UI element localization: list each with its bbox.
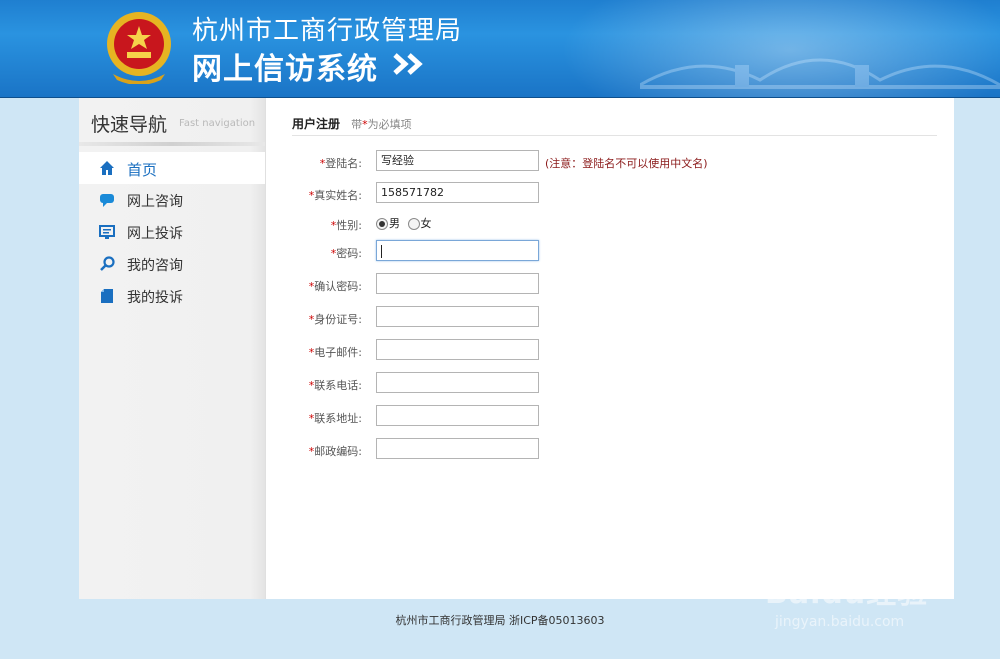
sidebar-divider <box>79 142 265 146</box>
gender-option-male[interactable]: 男 <box>376 215 400 231</box>
text-caret <box>381 244 382 258</box>
watermark-brand: Baidu经验 <box>765 576 929 611</box>
radio-label-male: 男 <box>389 217 400 230</box>
main-panel: 快速导航 Fast navigation 首页 网上咨询 网上投诉 我的咨询 我… <box>79 98 954 599</box>
bridge-decoration-icon <box>640 58 1000 89</box>
form-title: 用户注册 <box>292 117 341 131</box>
field-label: *密码: <box>331 245 362 261</box>
field-label: *联系地址: <box>309 410 362 426</box>
form-row-confirm-password: *确认密码: <box>79 273 954 297</box>
watermark-url: jingyan.baidu.com <box>775 614 905 630</box>
field-label-text: 联系地址: <box>314 412 362 425</box>
id-number-input[interactable] <box>376 306 539 327</box>
form-row-id-number: *身份证号: <box>79 306 954 330</box>
field-label: *联系电话: <box>309 377 362 393</box>
field-label-text: 登陆名: <box>325 157 362 170</box>
field-label: *身份证号: <box>309 311 362 327</box>
field-label-text: 身份证号: <box>314 313 362 326</box>
field-label: *性别: <box>331 217 362 233</box>
sidebar-title: 快速导航 <box>91 114 168 136</box>
radio-female[interactable] <box>407 218 420 230</box>
phone-input[interactable] <box>376 372 539 393</box>
national-emblem-icon <box>107 12 171 84</box>
agency-title: 杭州市工商行政管理局 <box>192 16 463 46</box>
gender-radio-group: 男 女 <box>376 215 436 231</box>
gender-option-female[interactable]: 女 <box>407 215 432 231</box>
radio-male[interactable] <box>376 218 388 230</box>
field-label-text: 邮政编码: <box>314 445 362 458</box>
baidu-watermark: Baidu经验 jingyan.baidu.com <box>765 550 950 640</box>
field-label: *登陆名: <box>320 155 362 171</box>
required-hint-post: 为必填项 <box>367 118 412 131</box>
form-header: 用户注册 带*为必填项 <box>292 113 937 136</box>
radio-label-female: 女 <box>420 217 432 230</box>
required-hint: 带*为必填项 <box>351 118 412 131</box>
form-row-real-name: *真实姓名: 158571782 <box>79 182 954 206</box>
field-label: *电子邮件: <box>309 344 362 360</box>
postcode-input[interactable] <box>376 438 539 459</box>
password-input[interactable] <box>376 240 539 261</box>
form-row-gender: *性别: 男 女 <box>79 212 954 236</box>
field-label-text: 性别: <box>336 219 362 232</box>
real-name-input[interactable]: 158571782 <box>376 182 539 203</box>
form-row-phone: *联系电话: <box>79 372 954 396</box>
field-label-text: 联系电话: <box>314 379 362 392</box>
field-label-text: 确认密码: <box>314 280 362 293</box>
form-row-postcode: *邮政编码: <box>79 438 954 462</box>
confirm-password-input[interactable] <box>376 273 539 294</box>
field-label-text: 真实姓名: <box>314 189 362 202</box>
email-input[interactable] <box>376 339 539 360</box>
form-row-login-name: *登陆名: 写经验 (注意：登陆名不可以使用中文名) <box>79 150 954 174</box>
field-label-text: 密码: <box>336 247 362 260</box>
field-label: *确认密码: <box>309 278 362 294</box>
required-hint-pre: 带 <box>351 118 363 131</box>
system-title: 网上信访系统 <box>192 52 378 87</box>
form-row-address: *联系地址: <box>79 405 954 429</box>
double-chevron-icon <box>393 53 423 75</box>
form-row-email: *电子邮件: <box>79 339 954 363</box>
site-header: 杭州市工商行政管理局 网上信访系统 <box>0 0 1000 98</box>
sidebar-subtitle: Fast navigation <box>179 118 256 129</box>
field-label: *邮政编码: <box>309 443 362 459</box>
sidebar-header: 快速导航 Fast navigation <box>79 98 265 146</box>
field-label: *真实姓名: <box>309 187 362 203</box>
form-row-password: *密码: <box>79 240 954 264</box>
login-name-note: (注意：登陆名不可以使用中文名) <box>545 157 708 170</box>
login-name-input[interactable]: 写经验 <box>376 150 539 171</box>
address-input[interactable] <box>376 405 539 426</box>
field-label-text: 电子邮件: <box>314 346 362 359</box>
